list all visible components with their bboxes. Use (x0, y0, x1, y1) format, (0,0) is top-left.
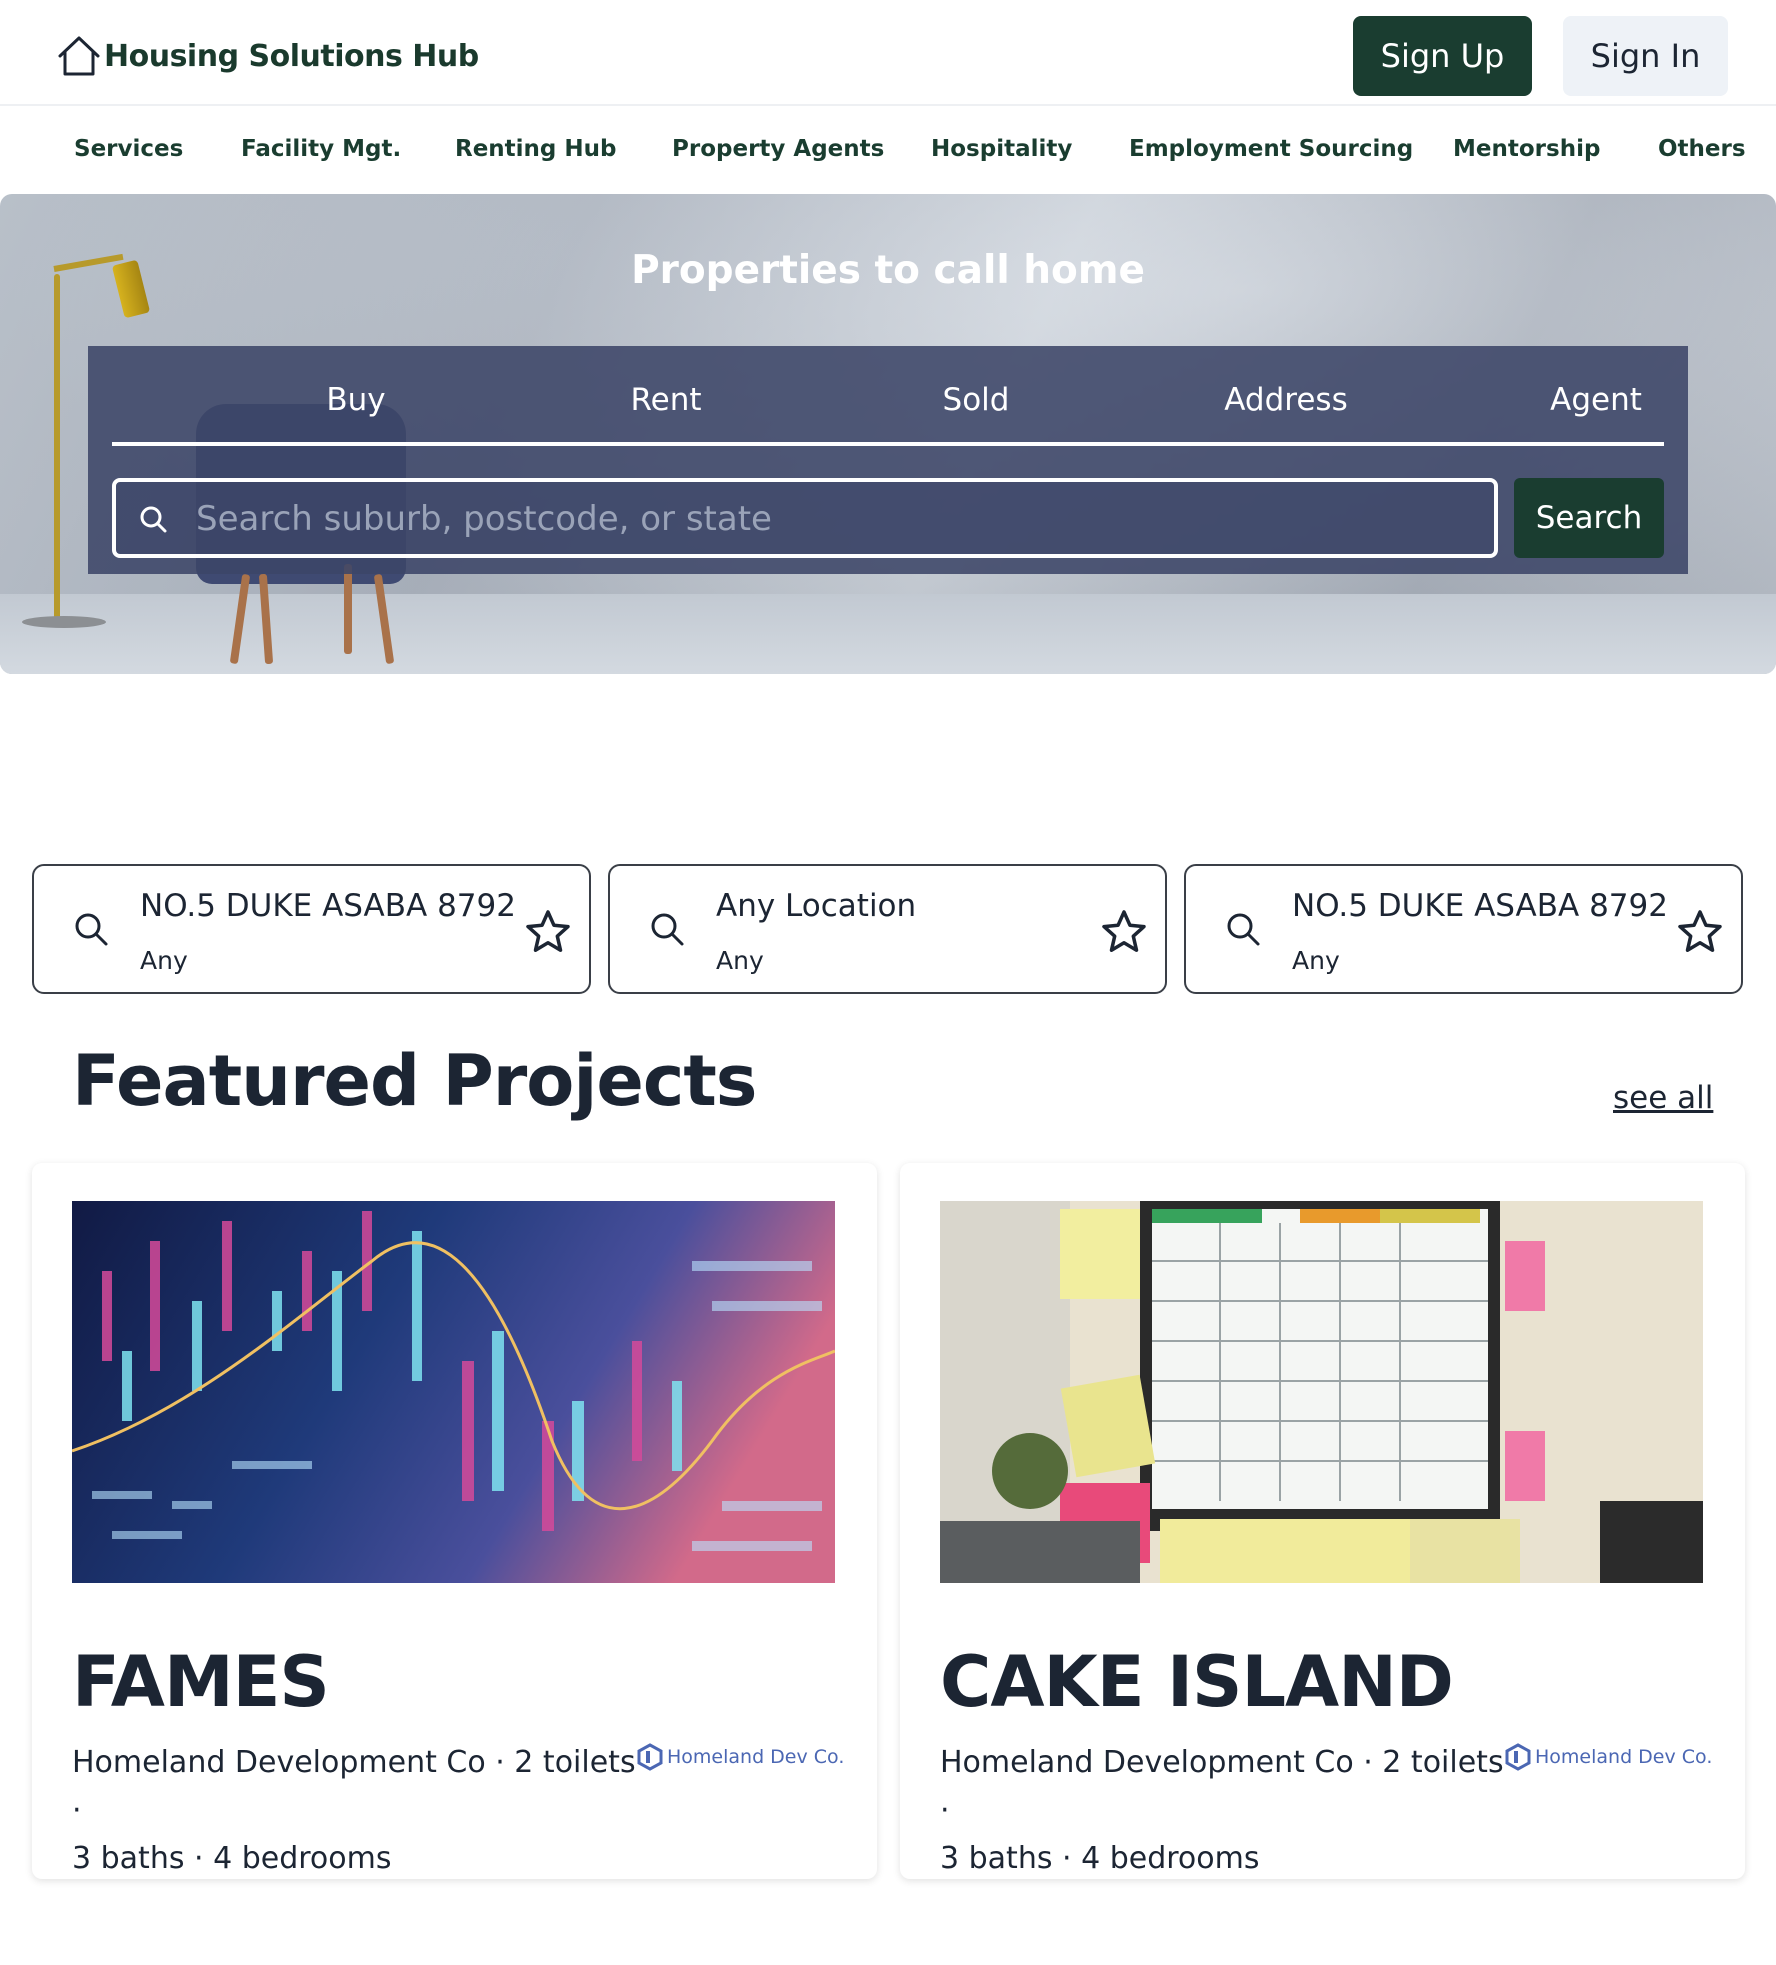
tab-sold[interactable]: Sold (821, 382, 1131, 418)
saved-search-title: Any Location (716, 888, 917, 924)
floor-lamp-base (22, 616, 106, 628)
star-icon[interactable] (1676, 908, 1724, 956)
hero-banner: Properties to call home Buy Rent Sold Ad… (0, 194, 1776, 674)
hexagon-logo-icon (637, 1743, 663, 1771)
nav-item-mentorship[interactable]: Mentorship (1453, 136, 1600, 162)
nav-item-facility-mgt[interactable]: Facility Mgt. (241, 136, 401, 162)
project-card[interactable]: CAKE ISLAND Homeland Development Co · 2 … (900, 1163, 1745, 1879)
see-all-link[interactable]: see all (1613, 1080, 1713, 1116)
tab-rent[interactable]: Rent (511, 382, 821, 418)
floor-lamp (54, 274, 60, 626)
project-title[interactable]: CAKE ISLAND (940, 1641, 1454, 1723)
search-icon (651, 913, 684, 946)
hexagon-logo-icon (1505, 1743, 1531, 1771)
developer-logo: Homeland Dev Co. (637, 1743, 844, 1771)
project-meta-line: Homeland Development Co · 2 toilets · (72, 1745, 636, 1828)
saved-search-subtitle: Any (140, 946, 188, 975)
tab-underline (112, 442, 1664, 446)
search-panel: Buy Rent Sold Address Agent Search (88, 346, 1688, 574)
armchair-leg (344, 564, 352, 654)
saved-search-card[interactable]: NO.5 DUKE ASABA 8792 Any (1184, 864, 1743, 994)
search-icon (75, 913, 108, 946)
project-title[interactable]: FAMES (72, 1641, 330, 1723)
house-icon (58, 36, 100, 76)
tab-agent[interactable]: Agent (1441, 382, 1751, 418)
nav-item-others[interactable]: Others (1658, 136, 1746, 162)
search-button[interactable]: Search (1514, 478, 1664, 558)
brand-name: Housing Solutions Hub (104, 38, 479, 74)
nav-item-property-agents[interactable]: Property Agents (672, 136, 884, 162)
star-icon[interactable] (524, 908, 572, 956)
saved-search-subtitle: Any (1292, 946, 1340, 975)
nav-item-employment-sourcing[interactable]: Employment Sourcing (1129, 136, 1413, 162)
search-icon (1227, 913, 1260, 946)
project-meta: Homeland Development Co · 2 toilets · 3 … (940, 1739, 1510, 1883)
project-meta-line: Homeland Development Co · 2 toilets · (940, 1745, 1504, 1828)
project-meta-line: 3 baths · 4 bedrooms (72, 1841, 392, 1876)
developer-logo-text: Homeland Dev Co. (1535, 1746, 1713, 1768)
nav-item-hospitality[interactable]: Hospitality (931, 136, 1072, 162)
tab-buy[interactable]: Buy (201, 382, 511, 418)
nav-item-renting-hub[interactable]: Renting Hub (455, 136, 617, 162)
search-icon (140, 506, 167, 533)
nav-item-services[interactable]: Services (74, 136, 183, 162)
project-card[interactable]: FAMES Homeland Development Co · 2 toilet… (32, 1163, 877, 1879)
site-header: Housing Solutions Hub Sign Up Sign In (0, 0, 1776, 106)
project-image (72, 1201, 835, 1583)
featured-projects-title: Featured Projects (72, 1040, 757, 1122)
saved-search-subtitle: Any (716, 946, 764, 975)
search-input[interactable] (196, 490, 1476, 548)
saved-search-card[interactable]: Any Location Any (608, 864, 1167, 994)
sign-up-button[interactable]: Sign Up (1353, 16, 1532, 96)
tab-address[interactable]: Address (1131, 382, 1441, 418)
star-icon[interactable] (1100, 908, 1148, 956)
search-field[interactable] (112, 478, 1498, 558)
developer-logo-text: Homeland Dev Co. (667, 1746, 845, 1768)
project-meta: Homeland Development Co · 2 toilets · 3 … (72, 1739, 642, 1883)
saved-search-title: NO.5 DUKE ASABA 8792 (140, 888, 516, 924)
brand-logo[interactable]: Housing Solutions Hub (56, 34, 479, 78)
hero-title: Properties to call home (631, 248, 1145, 293)
developer-logo: Homeland Dev Co. (1505, 1743, 1712, 1771)
main-nav: Services Facility Mgt. Renting Hub Prope… (0, 108, 1776, 194)
sign-in-button[interactable]: Sign In (1563, 16, 1728, 96)
saved-search-title: NO.5 DUKE ASABA 8792 (1292, 888, 1668, 924)
project-meta-line: 3 baths · 4 bedrooms (940, 1841, 1260, 1876)
project-image (940, 1201, 1703, 1583)
saved-search-card[interactable]: NO.5 DUKE ASABA 8792 Any (32, 864, 591, 994)
